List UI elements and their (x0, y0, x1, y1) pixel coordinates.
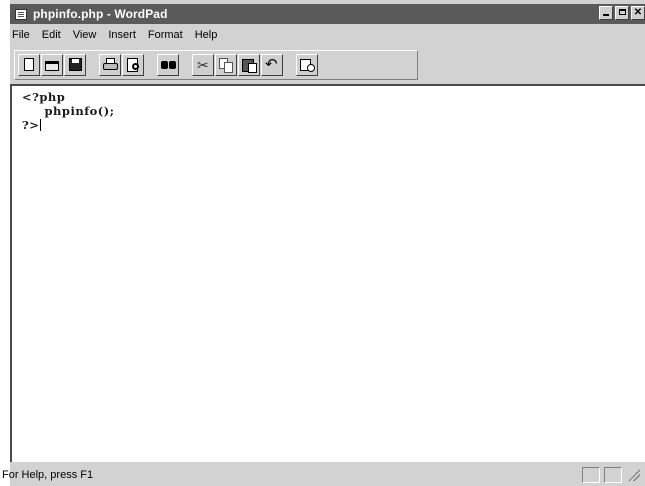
code-line: phpinfo(); (22, 104, 115, 118)
save-button[interactable] (64, 54, 86, 76)
find-button[interactable] (157, 54, 179, 76)
text-caret (40, 119, 42, 131)
document-editor[interactable]: <?php phpinfo(); ?> (10, 84, 645, 462)
menu-file[interactable]: File (12, 29, 30, 41)
print-preview-icon-lens (132, 63, 139, 70)
find-icon-right (169, 61, 176, 69)
wordpad-window: phpinfo.php - WordPad ✕ File Edit View I… (2, 0, 645, 486)
menu-insert[interactable]: Insert (108, 29, 136, 41)
find-icon (161, 61, 168, 69)
cut-button[interactable]: ✂ (192, 54, 214, 76)
status-panel (604, 467, 622, 483)
close-icon: ✕ (633, 7, 643, 18)
undo-button[interactable]: ↶ (261, 54, 283, 76)
menu-format[interactable]: Format (148, 29, 183, 41)
copy-button[interactable] (215, 54, 237, 76)
status-bar: For Help, press F1 (2, 464, 645, 486)
copy-icon-front (224, 62, 233, 73)
print-icon-paper (106, 58, 115, 64)
open-button[interactable] (41, 54, 63, 76)
print-button[interactable] (99, 54, 121, 76)
print-icon (103, 63, 118, 70)
paste-icon-sheet (248, 63, 257, 73)
window-title: phpinfo.php - WordPad (33, 7, 168, 21)
status-panel (582, 467, 600, 483)
paste-button[interactable] (238, 54, 260, 76)
maximize-icon (618, 9, 626, 15)
minimize-icon (603, 14, 609, 16)
wordpad-app-icon[interactable] (15, 8, 27, 20)
date-time-icon-clock (307, 64, 315, 72)
menu-edit[interactable]: Edit (42, 29, 61, 41)
status-text: For Help, press F1 (2, 469, 94, 481)
menu-help[interactable]: Help (195, 29, 218, 41)
code-line-last: ?> (22, 118, 114, 132)
menu-bar: File Edit View Insert Format Help (10, 26, 645, 44)
new-icon (24, 58, 34, 71)
title-bar[interactable]: phpinfo.php - WordPad ✕ (10, 4, 645, 24)
open-icon (45, 61, 59, 71)
save-icon-label (72, 59, 79, 63)
print-preview-button[interactable] (122, 54, 144, 76)
close-button[interactable]: ✕ (631, 6, 645, 20)
date-time-button[interactable] (296, 54, 318, 76)
minimize-button[interactable] (599, 6, 613, 20)
undo-icon: ↶ (265, 56, 278, 73)
code-line: <?php (22, 90, 66, 104)
window-controls: ✕ (599, 6, 645, 20)
resize-grip-icon[interactable] (628, 469, 640, 481)
document-text[interactable]: <?php phpinfo(); ?> (22, 90, 114, 132)
code-line: ?> (22, 118, 40, 132)
menu-view[interactable]: View (73, 29, 97, 41)
toolbar: ✂ ↶ (14, 50, 418, 80)
maximize-button[interactable] (615, 6, 629, 20)
cut-icon: ✂ (197, 57, 209, 73)
new-button[interactable] (18, 54, 40, 76)
